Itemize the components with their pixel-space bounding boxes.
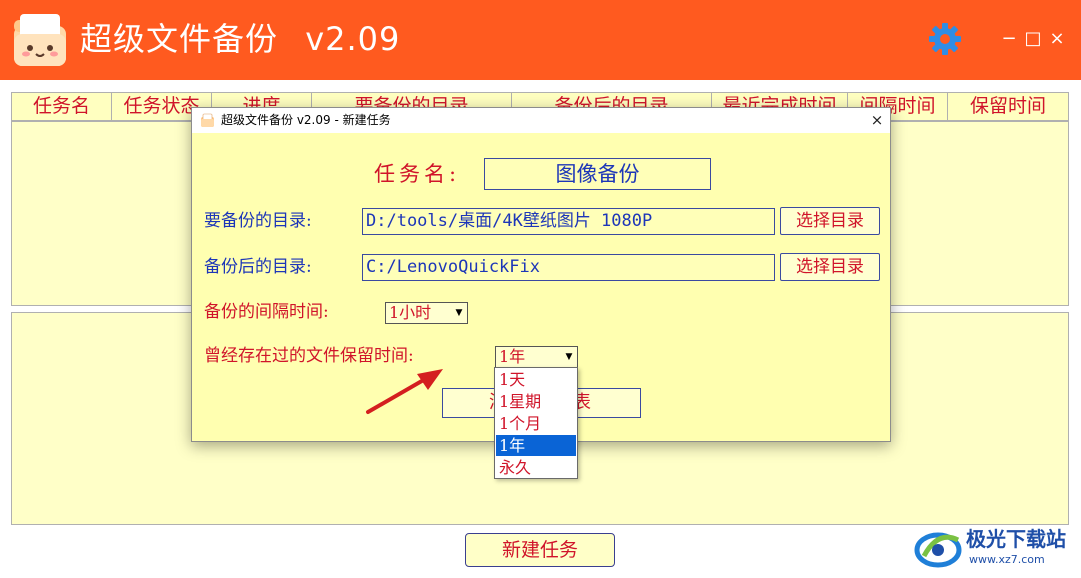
chevron-down-icon: ▼: [455, 308, 463, 318]
app-logo-icon: [14, 14, 66, 66]
watermark-logo-icon: [914, 532, 962, 568]
source-dir-input[interactable]: D:/tools/桌面/4K壁纸图片 1080P: [362, 208, 775, 235]
dialog-close-button[interactable]: ×: [866, 108, 888, 133]
app-title-bar: 超级文件备份 v2.09 − □ ×: [0, 0, 1081, 80]
interval-label: 备份的间隔时间:: [204, 302, 329, 322]
app-version: v2.09: [305, 20, 401, 58]
chevron-down-icon: ▼: [565, 352, 573, 362]
gear-icon[interactable]: [928, 22, 962, 56]
annotation-arrow-icon: [366, 369, 443, 414]
close-button[interactable]: ×: [1046, 26, 1068, 52]
column-header-task-name[interactable]: 任务名: [12, 93, 112, 120]
watermark-title: 极光下载站: [966, 527, 1066, 551]
app-name: 超级文件备份: [80, 20, 279, 58]
retention-option-1-week[interactable]: 1星期: [496, 391, 576, 412]
task-name-label: 任务名:: [374, 162, 461, 186]
retention-label: 曾经存在过的文件保留时间:: [204, 346, 414, 366]
watermark-url: www.xz7.com: [969, 553, 1045, 566]
retention-option-forever[interactable]: 永久: [496, 457, 576, 478]
interval-select[interactable]: 1小时 ▼: [385, 302, 468, 324]
app-logo-icon: [201, 113, 214, 127]
new-task-button[interactable]: 新建任务: [465, 533, 615, 567]
column-header-retention[interactable]: 保留时间: [948, 93, 1068, 120]
interval-select-value: 1小时: [389, 303, 432, 322]
dialog-title: 超级文件备份 v2.09 - 新建任务: [221, 113, 391, 127]
target-dir-label: 备份后的目录:: [204, 257, 312, 277]
maximize-button[interactable]: □: [1022, 26, 1044, 52]
task-name-input[interactable]: 图像备份: [484, 158, 711, 190]
minimize-button[interactable]: −: [998, 26, 1020, 52]
retention-dropdown-list: 1天 1星期 1个月 1年 永久: [494, 367, 578, 479]
source-dir-label: 要备份的目录:: [204, 211, 312, 231]
retention-option-1-year[interactable]: 1年: [496, 435, 576, 456]
retention-option-1-month[interactable]: 1个月: [496, 413, 576, 434]
app-title: 超级文件备份 v2.09: [80, 14, 400, 64]
choose-target-dir-button[interactable]: 选择目录: [780, 253, 880, 281]
target-dir-input[interactable]: C:/LenovoQuickFix: [362, 254, 775, 281]
dialog-title-bar: 超级文件备份 v2.09 - 新建任务 ×: [192, 108, 890, 133]
choose-source-dir-button[interactable]: 选择目录: [780, 207, 880, 235]
retention-option-1-day[interactable]: 1天: [496, 369, 576, 390]
retention-select-value: 1年: [499, 347, 526, 366]
retention-select[interactable]: 1年 ▼: [495, 346, 578, 368]
